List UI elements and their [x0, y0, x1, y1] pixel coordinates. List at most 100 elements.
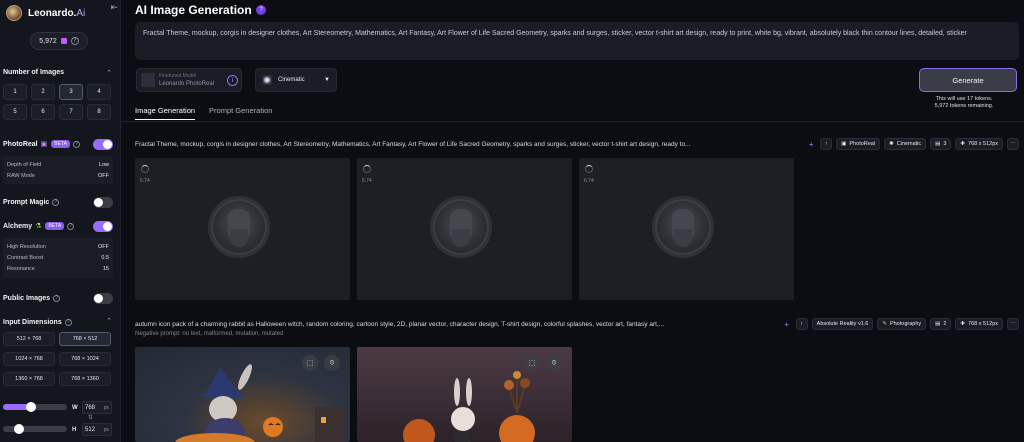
- prompt-magic-toggle[interactable]: [93, 196, 113, 208]
- dimension-option[interactable]: 512 × 768: [3, 332, 55, 346]
- help-badge-icon[interactable]: ?: [256, 5, 266, 15]
- prompt-input[interactable]: Fractal Theme, mockup, corgis in designe…: [135, 22, 1019, 60]
- generation-actions: + ↑ Absolute Reality v1.6 ✎ Photography ▤…: [782, 317, 1019, 331]
- chevron-up-icon[interactable]: ⌃: [106, 317, 112, 325]
- reuse-prompt-icon[interactable]: ↑: [795, 318, 808, 330]
- num-images-1[interactable]: 1: [3, 84, 27, 100]
- dimension-option[interactable]: 768 × 512: [59, 332, 111, 346]
- info-icon[interactable]: ?: [64, 318, 72, 326]
- photoreal-toggle[interactable]: [93, 138, 113, 150]
- negative-prompt: Negative prompt: no text, malformed, mut…: [135, 331, 284, 337]
- generation-prompt[interactable]: Fractal Theme, mockup, corgis in designe…: [135, 141, 795, 148]
- leonardo-logo: [6, 5, 22, 21]
- style-tag-label: Photography: [889, 321, 922, 327]
- alchemy-toggle[interactable]: [93, 220, 113, 232]
- add-icon[interactable]: +: [782, 320, 792, 329]
- image-count-tag[interactable]: ▤ 2: [930, 318, 952, 330]
- width-value[interactable]: 768: [85, 405, 95, 411]
- model-info-icon[interactable]: i: [227, 75, 238, 86]
- number-of-images-title: Number of Images: [3, 69, 65, 76]
- token-icon: [60, 38, 67, 44]
- height-value[interactable]: 512: [85, 427, 95, 433]
- generation-header: autumn icon pack of a charming rabbit as…: [135, 317, 1019, 331]
- generation-prompt[interactable]: autumn icon pack of a charming rabbit as…: [135, 321, 765, 328]
- chevron-down-icon: ▼: [324, 77, 330, 83]
- info-icon[interactable]: ?: [72, 140, 80, 148]
- model-tag[interactable]: Absolute Reality v1.6: [811, 318, 874, 330]
- num-images-5[interactable]: 5: [3, 104, 27, 120]
- reuse-prompt-icon[interactable]: ↑: [820, 138, 833, 150]
- size-tag[interactable]: ✚ 768 x 512px: [955, 138, 1003, 150]
- style-selector[interactable]: Cinematic ▼: [255, 68, 337, 92]
- collapse-sidebar-icon[interactable]: ⇤: [110, 2, 118, 13]
- num-images-8[interactable]: 8: [87, 104, 111, 120]
- contrast-boost-row[interactable]: Contrast Boost 0.5: [3, 252, 113, 263]
- info-icon[interactable]: ?: [67, 222, 75, 230]
- token-count: 5,972: [39, 37, 57, 45]
- generate-button[interactable]: Generate: [919, 68, 1017, 92]
- more-options-icon[interactable]: ⋯: [1007, 318, 1019, 330]
- brand[interactable]: Leonardo.Ai: [6, 4, 116, 22]
- model-tag[interactable]: ▣ PhotoReal: [836, 138, 881, 150]
- more-options-icon[interactable]: ⋯: [1007, 138, 1019, 150]
- generated-image[interactable]: ⬚ ⦸: [357, 347, 572, 442]
- leonardo-placeholder-icon: [652, 196, 714, 258]
- high-resolution-value: OFF: [98, 243, 109, 250]
- height-field[interactable]: H 512 px: [72, 423, 112, 436]
- dimension-option[interactable]: 768 × 1360: [59, 372, 111, 386]
- loading-spinner-icon: [363, 165, 371, 173]
- info-icon[interactable]: ?: [53, 294, 61, 302]
- generated-image[interactable]: ⬚ ⦸: [135, 347, 350, 442]
- raw-mode-row[interactable]: RAW Mode OFF: [3, 170, 113, 181]
- add-icon[interactable]: +: [806, 140, 816, 149]
- image-placeholder[interactable]: 6.74: [135, 158, 350, 300]
- hide-icon[interactable]: ⦸: [324, 355, 340, 371]
- token-usage-line: This will use 17 tokens.: [935, 96, 993, 102]
- num-images-3[interactable]: 3: [59, 84, 83, 100]
- style-tag[interactable]: ✎ Photography: [877, 318, 927, 330]
- remove-background-icon[interactable]: ⬚: [524, 355, 540, 371]
- dimension-option[interactable]: 1360 × 768: [3, 372, 55, 386]
- num-images-6[interactable]: 6: [31, 104, 55, 120]
- dimension-option[interactable]: 1024 × 768: [3, 352, 55, 366]
- height-label: H: [72, 426, 77, 433]
- alchemy-row: Alchemy ⚗ BETA ?: [3, 219, 113, 233]
- brand-name-main: Leonardo.: [28, 7, 77, 19]
- depth-of-field-row[interactable]: Depth of Field Low: [3, 159, 113, 170]
- width-slider[interactable]: [3, 402, 67, 412]
- high-resolution-row[interactable]: High Resolution OFF: [3, 241, 113, 252]
- token-usage-note: This will use 17 tokens. 5,972 tokens re…: [908, 96, 1020, 110]
- image-placeholder[interactable]: 6.74: [357, 158, 572, 300]
- remove-background-icon[interactable]: ⬚: [302, 355, 318, 371]
- model-tag-label: PhotoReal: [849, 141, 876, 147]
- height-slider[interactable]: [3, 424, 67, 434]
- public-images-toggle[interactable]: [93, 292, 113, 304]
- image-placeholder[interactable]: 6.74: [579, 158, 794, 300]
- num-images-2[interactable]: 2: [31, 84, 55, 100]
- image-count-label: 3: [943, 141, 947, 147]
- width-field[interactable]: W 768 px: [72, 401, 112, 414]
- num-images-4[interactable]: 4: [87, 84, 111, 100]
- width-slider-handle[interactable]: [26, 402, 36, 412]
- dimension-option[interactable]: 768 × 1024: [59, 352, 111, 366]
- size-tag[interactable]: ✚ 768 x 512px: [955, 318, 1003, 330]
- info-icon[interactable]: ?: [52, 198, 60, 206]
- token-balance[interactable]: 5,972 ?: [30, 32, 88, 50]
- num-images-7[interactable]: 7: [59, 104, 83, 120]
- chevron-up-icon[interactable]: ⌃: [106, 69, 112, 77]
- resonance-row[interactable]: Resonance 15: [3, 263, 113, 274]
- hide-icon[interactable]: ⦸: [546, 355, 562, 371]
- image-count-tag[interactable]: ▤ 3: [930, 138, 952, 150]
- alchemy-label: Alchemy: [3, 222, 33, 230]
- height-slider-handle[interactable]: [14, 424, 24, 434]
- beta-badge: BETA: [45, 222, 65, 230]
- tab-image-generation[interactable]: Image Generation: [135, 106, 196, 120]
- style-tag[interactable]: ✺ Cinematic: [884, 138, 927, 150]
- beta-badge: BETA: [51, 140, 70, 148]
- photoreal-settings: Depth of Field Low RAW Mode OFF: [3, 156, 113, 184]
- swap-dimensions-icon[interactable]: ⇅: [88, 414, 93, 421]
- tabs-divider: [122, 121, 1024, 122]
- help-icon[interactable]: ?: [70, 37, 79, 45]
- model-selector[interactable]: Finetuned Model Leonardo PhotoReal i: [136, 68, 242, 92]
- tab-prompt-generation[interactable]: Prompt Generation: [209, 106, 272, 120]
